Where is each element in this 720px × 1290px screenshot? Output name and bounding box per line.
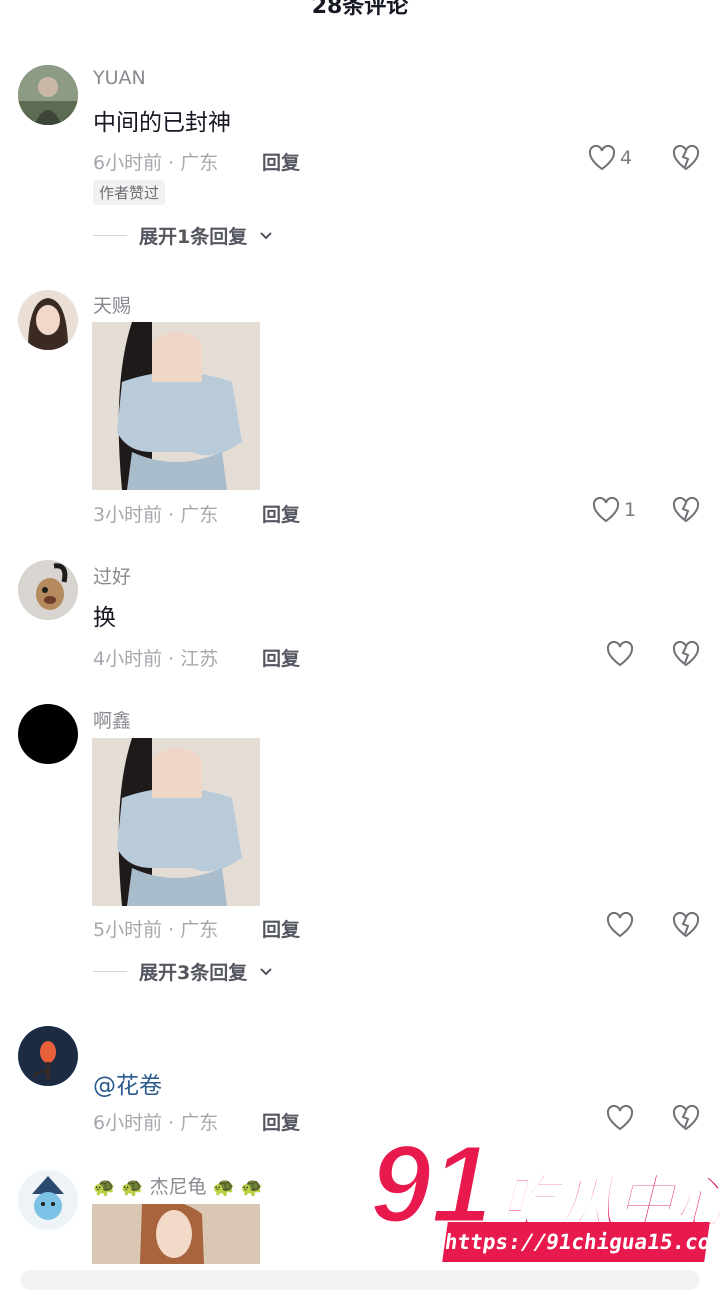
comment-count-title: 28条评论 — [311, 0, 409, 19]
heart-icon — [606, 912, 634, 938]
comment-input-bar[interactable] — [20, 1270, 700, 1290]
turtle-emoji: 🐢 🐢 — [212, 1177, 264, 1198]
like-button[interactable] — [606, 641, 634, 667]
dislike-button[interactable] — [672, 640, 700, 671]
comment-meta: 4小时前 · 江苏 — [93, 648, 219, 670]
broken-heart-icon — [672, 1104, 700, 1131]
reply-button[interactable]: 回复 — [262, 644, 300, 671]
expand-label: 展开3条回复 — [139, 962, 248, 984]
avatar[interactable] — [18, 704, 78, 764]
dislike-button[interactable] — [672, 911, 700, 942]
expand-replies-button[interactable]: 展开3条回复 — [93, 958, 273, 985]
mention-link[interactable]: @花卷 — [93, 1066, 162, 1100]
comment-image[interactable] — [92, 738, 260, 906]
divider — [93, 971, 127, 972]
avatar[interactable] — [18, 560, 78, 620]
avatar[interactable] — [18, 65, 78, 125]
avatar[interactable] — [18, 290, 78, 350]
chevron-down-icon — [260, 231, 272, 239]
username-text: 杰尼龟 — [149, 1176, 207, 1198]
broken-heart-icon — [672, 640, 700, 667]
broken-heart-icon — [672, 496, 700, 523]
heart-icon — [588, 145, 616, 171]
reply-button[interactable]: 回复 — [262, 915, 300, 942]
expand-label: 展开1条回复 — [139, 226, 248, 248]
comment-meta: 5小时前 · 广东 — [93, 919, 219, 941]
like-button[interactable]: 1 — [592, 497, 636, 523]
dislike-button[interactable] — [672, 144, 700, 175]
broken-heart-icon — [672, 911, 700, 938]
comment-meta: 3小时前 · 广东 — [93, 504, 219, 526]
heart-icon — [592, 497, 620, 523]
reply-button[interactable]: 回复 — [262, 1108, 300, 1135]
comment-username[interactable]: 啊鑫 — [93, 706, 131, 733]
comment-image[interactable] — [92, 1204, 260, 1264]
turtle-emoji: 🐢 🐢 — [93, 1177, 144, 1198]
comment-meta: 6小时前 · 广东 — [93, 1112, 219, 1134]
reply-button[interactable]: 回复 — [262, 500, 300, 527]
like-button[interactable]: 4 — [588, 145, 632, 171]
comment-username[interactable]: 天赐 — [93, 291, 131, 318]
avatar[interactable] — [18, 1026, 78, 1086]
comment-text: 换 — [93, 605, 116, 631]
comment-username[interactable]: 🐢 🐢 杰尼龟 🐢 🐢 — [93, 1172, 263, 1199]
like-button[interactable] — [606, 1105, 634, 1131]
heart-icon — [606, 641, 634, 667]
broken-heart-icon — [672, 144, 700, 171]
expand-replies-button[interactable]: 展开1条回复 — [93, 222, 273, 249]
comment-text: 中间的已封神 — [93, 110, 231, 136]
comment-username[interactable]: YUAN — [93, 67, 146, 89]
dislike-button[interactable] — [672, 496, 700, 527]
like-count: 4 — [620, 147, 633, 169]
author-liked-badge: 作者赞过 — [93, 180, 166, 205]
chevron-down-icon — [260, 967, 272, 975]
comment-image[interactable] — [92, 322, 260, 490]
watermark-url: https://91chigua15.com — [442, 1222, 720, 1262]
like-button[interactable] — [606, 912, 634, 938]
reply-button[interactable]: 回复 — [262, 148, 300, 175]
avatar[interactable] — [18, 1170, 78, 1230]
like-count: 1 — [624, 499, 637, 521]
divider — [93, 235, 127, 236]
heart-icon — [606, 1105, 634, 1131]
comment-username[interactable]: 过好 — [93, 562, 131, 589]
comment-meta: 6小时前 · 广东 — [93, 152, 219, 174]
